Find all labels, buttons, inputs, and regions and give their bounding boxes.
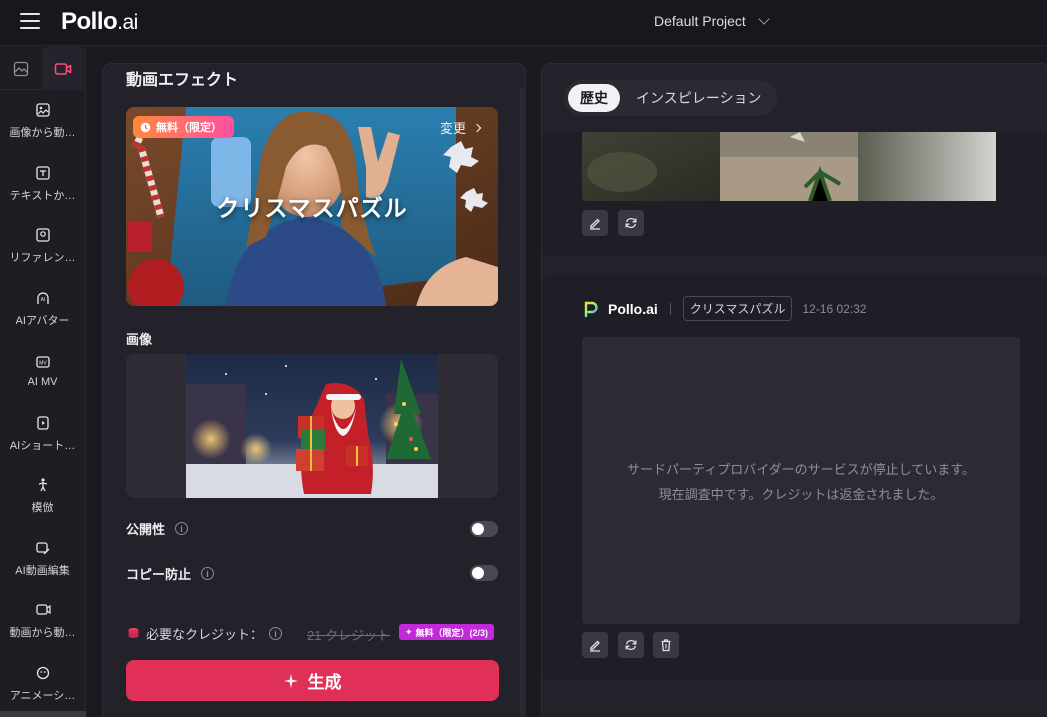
tab-history[interactable]: 歴史 [568, 84, 620, 112]
regenerate-button[interactable] [618, 210, 644, 236]
sidebar-item[interactable]: AI動画編集 [0, 528, 85, 591]
uploaded-image-preview [186, 354, 438, 498]
copy-protect-setting: コピー防止 i [126, 564, 215, 583]
history-card [542, 132, 1047, 256]
sidebar-item-label: 動画から動… [9, 627, 76, 640]
sidebar-item-label: リファレン… [9, 252, 76, 265]
video-icon [54, 62, 72, 75]
error-line: 現在調査中です。クレジットは返金されました。 [658, 486, 944, 502]
project-name: Default Project [654, 13, 746, 29]
error-line: サードパーティプロバイダーのサービスが停止しています。 [626, 461, 975, 477]
effect-tag[interactable]: クリスマスパズル [682, 296, 793, 321]
edit-icon [590, 640, 600, 652]
sparkle-icon [283, 673, 298, 688]
project-selector[interactable]: Default Project [654, 12, 770, 29]
logo[interactable]: Pollo.ai [61, 8, 138, 36]
reference-icon [35, 228, 50, 242]
video-to-video-icon [35, 604, 51, 615]
animation-icon [36, 666, 49, 679]
sparkle-icon: ✦ [405, 626, 413, 637]
edit-button[interactable] [582, 210, 608, 236]
tab-inspiration[interactable]: インスピレーション [624, 84, 773, 112]
pollo-logo-icon [584, 301, 598, 317]
trash-icon [661, 639, 671, 652]
timestamp: 12-16 02:32 [802, 301, 867, 316]
sidebar-item[interactable]: 画像から動… [0, 90, 85, 153]
sidebar-item[interactable]: 動画から動… [0, 590, 85, 653]
original-credits: 21 クレジット [307, 628, 391, 643]
image-icon [13, 61, 29, 76]
error-message-box: サードパーティプロバイダーのサービスが停止しています。 現在調査中です。クレジッ… [582, 337, 1020, 624]
sidebar: 画像から動… テキストか… リファレン… AI AIアバター MV AI MV AIショート…… [0, 47, 86, 717]
public-setting: 公開性 i [126, 519, 189, 538]
sidebar-item[interactable]: 模倣 [0, 465, 85, 528]
video-edit-icon [35, 542, 49, 555]
result-thumbnails[interactable] [582, 132, 1020, 201]
sidebar-item-label: テキストか… [9, 189, 76, 202]
mimic-icon [38, 478, 47, 492]
sidebar-item-label: 模倣 [31, 502, 54, 515]
sidebar-item[interactable]: リファレン… [0, 215, 85, 278]
sidebar-scroll-indicator [0, 711, 86, 717]
panel-title: 動画エフェクト [126, 72, 239, 89]
regenerate-button[interactable] [618, 632, 644, 658]
menu-icon[interactable] [20, 13, 40, 29]
sidebar-item-label: AI MV [27, 376, 58, 389]
info-icon[interactable]: i [269, 627, 283, 640]
chevron-right-icon [472, 123, 482, 132]
edit-button[interactable] [582, 632, 608, 658]
sidebar-item[interactable]: AIショート… [0, 403, 85, 466]
sidebar-item[interactable]: アニメーシ… [0, 653, 85, 716]
copy-protect-toggle[interactable] [470, 565, 498, 581]
sidebar-item[interactable]: テキストか… [0, 153, 85, 216]
chevron-down-icon [758, 12, 770, 25]
thumbnail [582, 132, 720, 201]
thumbnail [858, 132, 996, 201]
sidebar-item[interactable]: AI AIアバター [0, 278, 85, 341]
separator [669, 302, 671, 315]
avatar-icon: AI [36, 292, 49, 304]
tab-image-tools[interactable] [0, 47, 42, 90]
info-icon[interactable]: i [201, 567, 215, 580]
history-tabs: 歴史 インスピレーション [564, 80, 778, 116]
sidebar-item-label: 画像から動… [9, 127, 76, 140]
refresh-icon [625, 217, 637, 229]
left-panel-scrollbar[interactable] [520, 88, 524, 717]
effect-preview-card[interactable]: 無料（限定） 変更 クリスマスパズル [126, 107, 498, 306]
free-credits-badge: ✦ 無料（限定）(2/3) [399, 624, 495, 640]
top-bar: Pollo.ai Default Project [0, 0, 1047, 46]
credits-row: 必要なクレジット： i [127, 624, 283, 643]
coins-icon [128, 628, 139, 638]
effect-name: クリスマスパズル [216, 195, 408, 221]
free-limited-badge: 無料（限定） [133, 116, 234, 138]
image-section-label: 画像 [126, 332, 153, 347]
refresh-icon [625, 639, 637, 651]
history-card: Pollo.ai クリスマスパズル 12-16 02:32 サードパーティプロバ… [542, 275, 1047, 680]
brand-name: Pollo.ai [608, 300, 658, 317]
thumbnail [720, 132, 858, 201]
music-video-icon: MV [35, 356, 50, 368]
public-toggle[interactable] [470, 521, 498, 537]
shorts-icon [36, 416, 49, 430]
generate-button[interactable]: 生成 [126, 660, 499, 701]
card-meta: Pollo.ai クリスマスパズル 12-16 02:32 [582, 296, 867, 321]
history-panel: 歴史 インスピレーション Pollo.ai クリスマスパズル 12-16 02:… [541, 63, 1047, 717]
sidebar-item-label: アニメーシ… [9, 689, 76, 702]
tab-video-tools[interactable] [42, 47, 84, 90]
svg-text:AI: AI [40, 297, 45, 303]
change-effect-link[interactable]: 変更 [440, 118, 482, 137]
sidebar-item-label: AI動画編集 [15, 564, 70, 577]
svg-text:MV: MV [39, 361, 47, 367]
uploaded-image-box[interactable] [126, 354, 498, 498]
sidebar-item-label: AIショート… [9, 439, 76, 452]
text-to-video-icon [35, 166, 50, 180]
edit-icon [590, 218, 600, 230]
clock-icon [140, 122, 151, 132]
delete-button[interactable] [653, 632, 679, 658]
sidebar-item-label: AIアバター [15, 314, 70, 327]
sidebar-item[interactable]: MV AI MV [0, 340, 85, 403]
effect-settings-panel: 動画エフェクト 無料（限定） 変更 クリスマスパズル 画像 公開性 i コピー防… [102, 63, 526, 717]
info-icon[interactable]: i [175, 522, 189, 535]
image-to-video-icon [35, 103, 50, 117]
